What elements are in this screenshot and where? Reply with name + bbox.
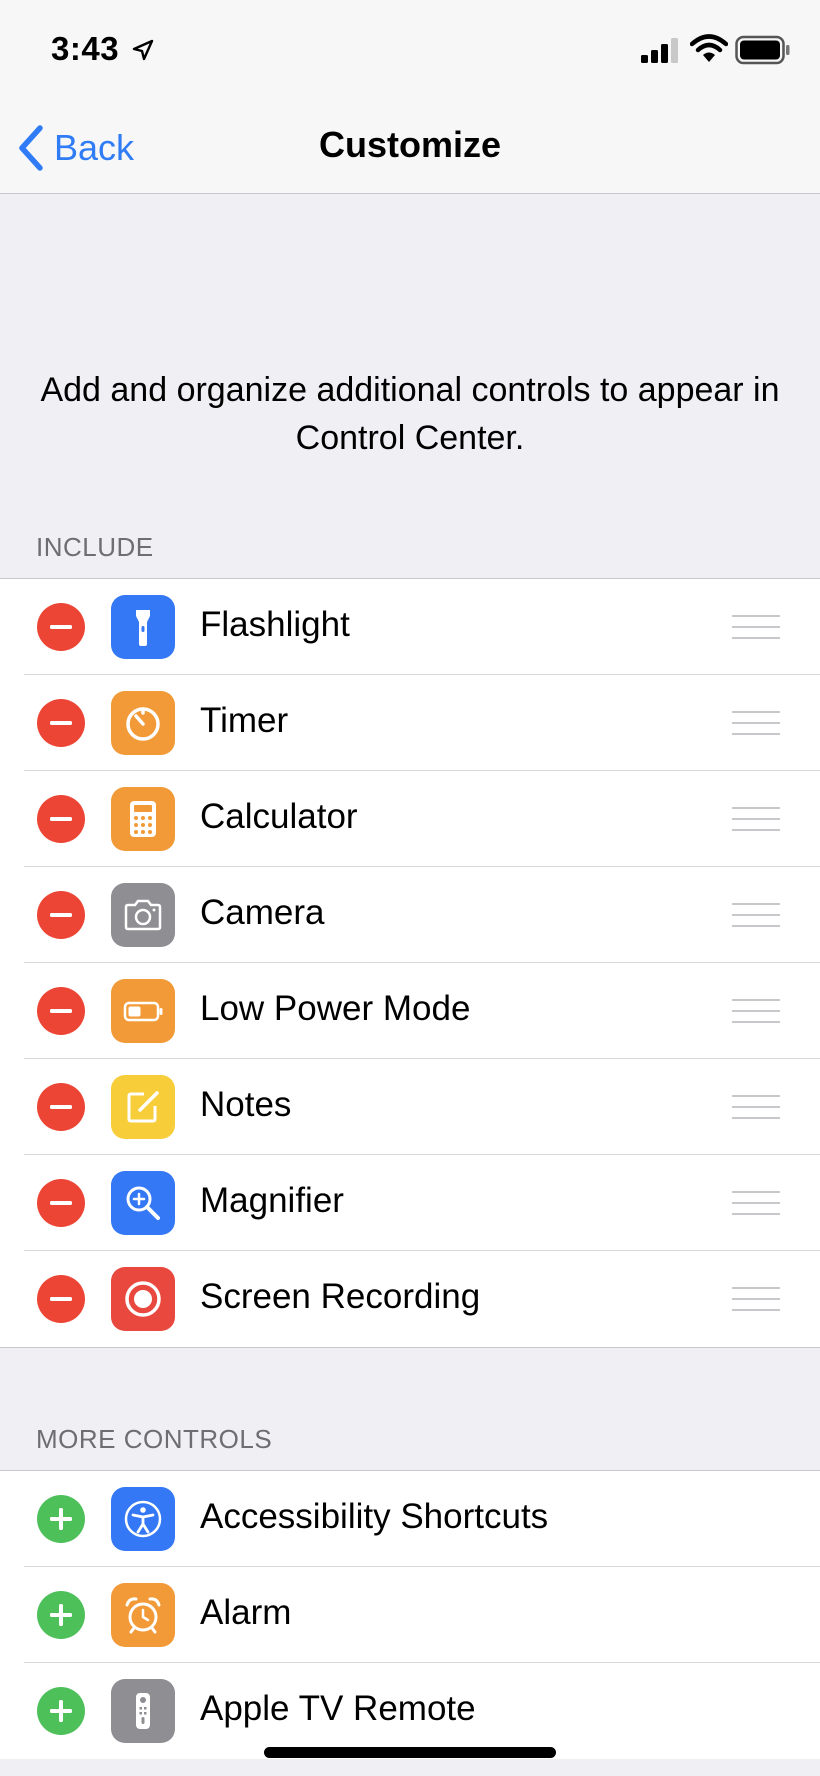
minus-icon <box>50 625 72 629</box>
list-item-label: Apple TV Remote <box>200 1689 476 1728</box>
home-indicator[interactable] <box>264 1747 556 1758</box>
reorder-handle-icon[interactable] <box>732 901 780 929</box>
magnifier-icon <box>111 1171 175 1235</box>
minus-icon <box>50 1009 72 1013</box>
list-item-label: Timer <box>200 701 289 740</box>
record-icon <box>111 1267 175 1331</box>
list-item-label: Magnifier <box>200 1181 344 1220</box>
remove-button[interactable] <box>37 1275 85 1323</box>
list-item-label: Screen Recording <box>200 1277 481 1316</box>
navigation-bar: Back Customize <box>0 100 820 194</box>
page-title: Customize <box>318 124 502 165</box>
calculator-icon <box>111 787 175 851</box>
remove-button[interactable] <box>37 795 85 843</box>
reorder-handle-icon[interactable] <box>732 997 780 1025</box>
minus-icon <box>50 1105 72 1109</box>
remove-button[interactable] <box>37 603 85 651</box>
description-text: Add and organize additional controls to … <box>40 371 780 457</box>
timer-icon <box>111 691 175 755</box>
list-item-screen-recording[interactable]: Screen Recording <box>0 1251 820 1347</box>
location-arrow-icon <box>132 39 154 61</box>
reorder-handle-icon[interactable] <box>732 1093 780 1121</box>
list-item-alarm[interactable]: Alarm <box>0 1567 820 1663</box>
status-time: 3:43 <box>51 30 120 67</box>
reorder-handle-icon[interactable] <box>732 805 780 833</box>
list-item-calculator[interactable]: Calculator <box>0 771 820 867</box>
list-item-low-power-mode[interactable]: Low Power Mode <box>0 963 820 1059</box>
list-item-camera[interactable]: Camera <box>0 867 820 963</box>
list-item-apple-tv-remote[interactable]: Apple TV Remote <box>0 1663 820 1759</box>
minus-icon <box>50 721 72 725</box>
more-controls-list: Accessibility Shortcuts Alarm Apple TV R… <box>0 1470 820 1759</box>
list-item-label: Alarm <box>200 1593 292 1632</box>
minus-icon <box>50 1297 72 1301</box>
reorder-handle-icon[interactable] <box>732 1285 780 1313</box>
camera-icon <box>111 883 175 947</box>
add-button[interactable] <box>37 1591 85 1639</box>
minus-icon <box>50 1201 72 1205</box>
remove-button[interactable] <box>37 699 85 747</box>
plus-icon <box>50 1508 72 1530</box>
section-header-include: INCLUDE <box>36 532 154 562</box>
list-item-timer[interactable]: Timer <box>0 675 820 771</box>
list-item-magnifier[interactable]: Magnifier <box>0 1155 820 1251</box>
remove-button[interactable] <box>37 1083 85 1131</box>
list-item-label: Low Power Mode <box>200 989 471 1028</box>
plus-icon <box>50 1604 72 1626</box>
notes-icon <box>111 1075 175 1139</box>
battery-icon <box>735 35 790 65</box>
list-item-label: Flashlight <box>200 605 350 644</box>
add-button[interactable] <box>37 1687 85 1735</box>
accessibility-icon <box>111 1487 175 1551</box>
reorder-handle-icon[interactable] <box>732 1189 780 1217</box>
wifi-icon <box>690 34 728 62</box>
remove-button[interactable] <box>37 987 85 1035</box>
minus-icon <box>50 913 72 917</box>
list-item-label: Accessibility Shortcuts <box>200 1497 549 1536</box>
list-item-label: Calculator <box>200 797 358 836</box>
cellular-signal-icon <box>641 38 678 63</box>
include-list: Flashlight Timer Calculator Camera Low P… <box>0 578 820 1348</box>
list-item-label: Camera <box>200 893 325 932</box>
flashlight-icon <box>111 595 175 659</box>
add-button[interactable] <box>37 1495 85 1543</box>
battery-low-icon <box>111 979 175 1043</box>
remove-button[interactable] <box>37 891 85 939</box>
plus-icon <box>50 1700 72 1722</box>
minus-icon <box>50 817 72 821</box>
reorder-handle-icon[interactable] <box>732 613 780 641</box>
list-item-notes[interactable]: Notes <box>0 1059 820 1155</box>
list-item-label: Notes <box>200 1085 292 1124</box>
list-item-accessibility-shortcuts[interactable]: Accessibility Shortcuts <box>0 1471 820 1567</box>
tv-remote-icon <box>111 1679 175 1743</box>
status-bar: 3:43 <box>0 0 820 100</box>
reorder-handle-icon[interactable] <box>732 709 780 737</box>
alarm-clock-icon <box>111 1583 175 1647</box>
list-item-flashlight[interactable]: Flashlight <box>0 579 820 675</box>
remove-button[interactable] <box>37 1179 85 1227</box>
section-header-more-controls: MORE CONTROLS <box>36 1424 273 1454</box>
